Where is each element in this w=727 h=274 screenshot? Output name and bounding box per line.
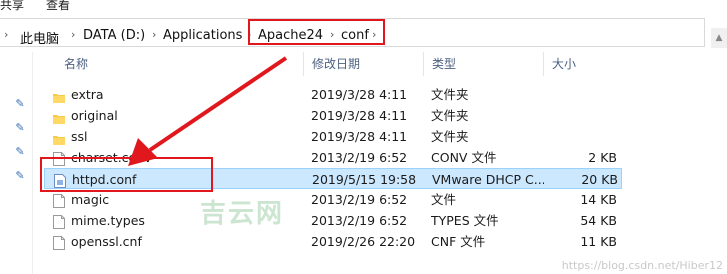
annotation-arrow (128, 56, 288, 166)
credit-url: https://blog.csdn.net/Hiber12 (561, 259, 723, 272)
watermark: 吉云网 (200, 199, 285, 229)
